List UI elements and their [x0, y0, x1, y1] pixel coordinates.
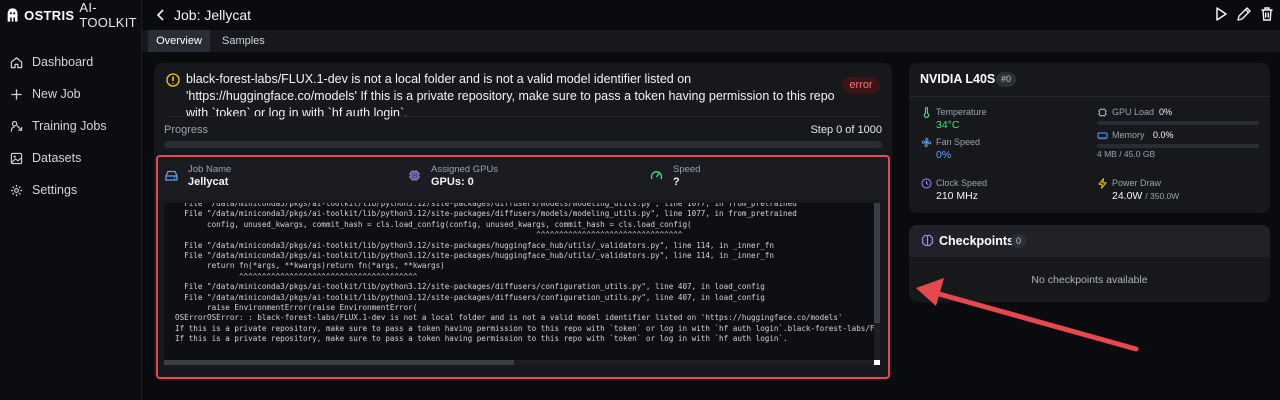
plus-icon	[11, 88, 22, 100]
training-icon	[10, 120, 23, 132]
lightning-icon	[1098, 178, 1107, 189]
brand-suffix: AI-TOOLKIT	[79, 0, 137, 30]
sidebar-item-training-jobs[interactable]: Training Jobs	[10, 110, 107, 142]
trash-icon[interactable]	[1259, 6, 1275, 22]
step-counter: Step 0 of 1000	[810, 124, 882, 136]
fan-speed-label: Fan Speed	[936, 137, 981, 147]
sidebar-item-settings[interactable]: Settings	[10, 174, 107, 206]
progress-label: Progress	[164, 124, 209, 136]
progress-bar	[164, 141, 882, 148]
brain-icon	[921, 234, 934, 247]
warning-circle-icon	[166, 73, 180, 87]
checkpoints-empty-message: No checkpoints available	[1031, 274, 1148, 286]
memory-icon	[1097, 132, 1108, 140]
brand-name: OSTRIS	[24, 7, 75, 23]
annotation-highlight-box	[156, 155, 890, 379]
checkpoints-panel: Checkpoints 0 No checkpoints available	[909, 225, 1270, 302]
memory-bar	[1097, 144, 1259, 148]
tab-samples[interactable]: Samples	[222, 30, 265, 52]
play-icon[interactable]	[1213, 6, 1229, 22]
chip-icon	[1098, 108, 1107, 117]
clock-speed-value: 210 MHz	[936, 190, 979, 202]
page-header: Job: Jellycat	[142, 0, 1280, 30]
sidebar: OSTRIS AI-TOOLKIT Dashboard New Job Trai…	[0, 0, 142, 400]
power-draw-label: Power Draw	[1112, 178, 1162, 188]
sidebar-item-label: Training Jobs	[32, 119, 107, 133]
memory-label: Memory	[1112, 130, 1145, 140]
status-badge: error	[842, 77, 880, 94]
power-draw-value: 24.0W / 350.0W	[1112, 190, 1179, 202]
page-title: Job: Jellycat	[174, 7, 252, 23]
gpu-stats-panel: NVIDIA L40S #0 Temperature 34°C Fan Spee…	[909, 63, 1270, 213]
gpu-name: NVIDIA L40S	[920, 72, 996, 86]
checkpoints-header: Checkpoints 0	[909, 225, 1270, 257]
brand[interactable]: OSTRIS AI-TOOLKIT	[6, 0, 141, 30]
memory-detail: 4 MB / 45.0 GB	[1097, 149, 1156, 159]
tab-overview[interactable]: Overview	[148, 30, 210, 52]
fan-speed-value: 0%	[936, 149, 952, 161]
thermometer-icon	[923, 107, 930, 118]
divider	[909, 96, 1270, 97]
clock-speed-label: Clock Speed	[936, 178, 988, 188]
image-icon	[10, 152, 23, 164]
gpu-load-value: 0%	[1159, 107, 1173, 117]
power-draw-current: 24.0W	[1112, 190, 1143, 202]
home-icon	[10, 56, 23, 68]
sidebar-item-label: Dashboard	[32, 55, 94, 69]
temperature-value: 34°C	[936, 119, 960, 131]
sidebar-item-datasets[interactable]: Datasets	[10, 142, 107, 174]
power-draw-max: / 350.0W	[1145, 191, 1180, 201]
sidebar-item-label: Settings	[32, 183, 78, 197]
clock-icon	[921, 178, 932, 189]
sidebar-nav: Dashboard New Job Training Jobs Datasets…	[10, 46, 107, 206]
gpu-load-label: GPU Load	[1112, 107, 1155, 117]
header-actions	[1213, 6, 1275, 22]
sidebar-item-label: New Job	[32, 87, 81, 101]
fan-icon	[921, 137, 932, 148]
checkpoints-count-badge: 0	[1011, 234, 1027, 248]
divider	[166, 116, 880, 117]
tab-bar: Overview Samples	[142, 30, 1280, 52]
sidebar-item-dashboard[interactable]: Dashboard	[10, 46, 107, 78]
ostris-logo-icon	[7, 8, 18, 22]
gpu-index-badge: #0	[996, 72, 1017, 87]
edit-pencil-icon[interactable]	[1236, 6, 1252, 22]
temperature-label: Temperature	[936, 107, 987, 117]
memory-value: 0.0%	[1153, 130, 1174, 140]
gpu-load-bar	[1097, 121, 1259, 125]
gear-icon	[10, 184, 23, 196]
sidebar-item-label: Datasets	[32, 151, 82, 165]
back-chevron-icon[interactable]	[154, 8, 168, 22]
checkpoints-title: Checkpoints	[939, 234, 1015, 248]
error-message: black-forest-labs/FLUX.1-dev is not a lo…	[186, 72, 835, 120]
sidebar-item-new-job[interactable]: New Job	[10, 78, 107, 110]
